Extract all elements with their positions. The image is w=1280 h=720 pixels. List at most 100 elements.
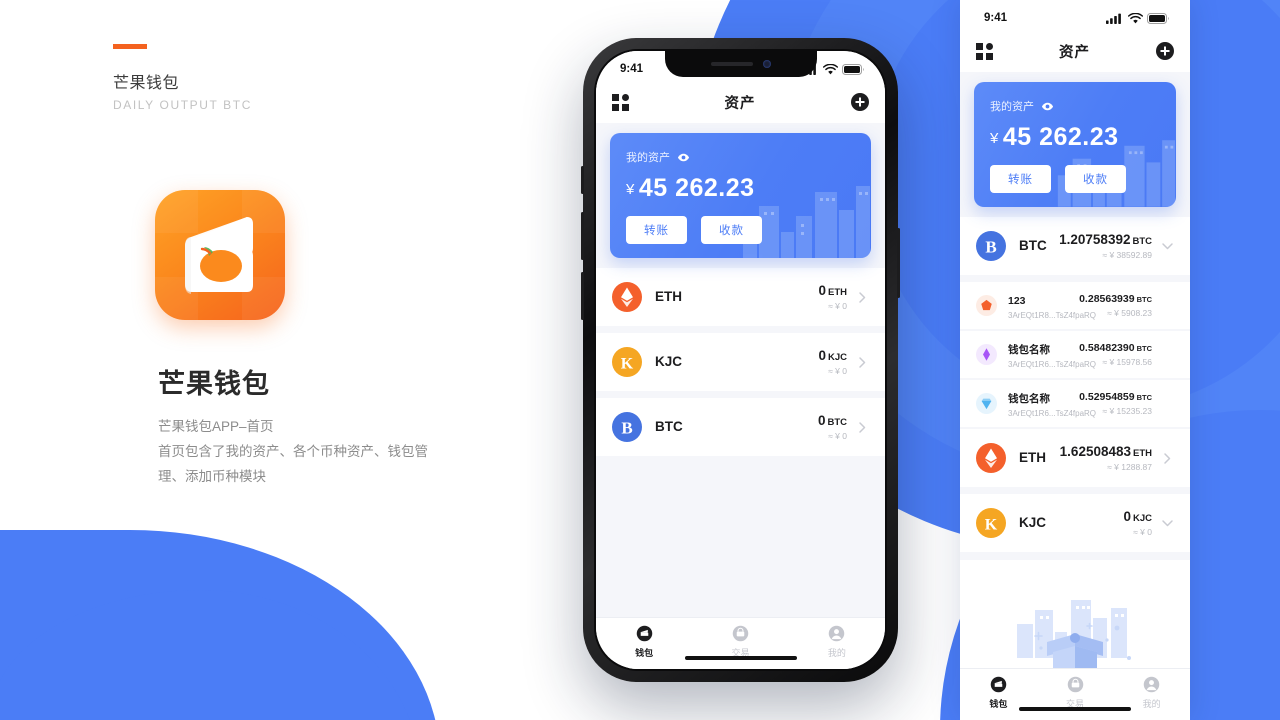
coin-unit: BTC	[827, 417, 847, 428]
volume-up-button	[581, 212, 584, 260]
panel-status-bar: 9:41	[960, 0, 1190, 30]
coin-fiat-value: ≈ ¥ 0	[1133, 527, 1152, 537]
row-chevron[interactable]	[855, 291, 869, 304]
coin-unit: ETH	[1133, 448, 1152, 459]
chevron-down-icon[interactable]	[1161, 517, 1174, 530]
mango-wallet-app-icon	[129, 164, 311, 346]
coin-row[interactable]: ETH 0 ETH ≈ ¥ 0	[596, 268, 885, 326]
row-chevron[interactable]	[1160, 240, 1174, 253]
panel-balance-label: 我的资产	[990, 101, 1034, 113]
transfer-button[interactable]: 转账	[626, 216, 687, 244]
sub-wallet-row[interactable]: 123 3ArEQt1R8...TsZ4fpaRQ 0.28563939 BTC …	[960, 282, 1190, 329]
coin-icon-wrap: K	[976, 508, 1006, 538]
coin-icon-wrap	[976, 344, 997, 365]
coin-name: BTC	[655, 419, 683, 434]
chevron-right-icon[interactable]	[856, 356, 869, 369]
coin-unit: BTC	[1132, 236, 1152, 247]
sub-wallet-row[interactable]: 钱包名称 3ArEQt1R6...TsZ4fpaRQ 0.58482390 BTC…	[960, 331, 1190, 378]
wallet-tab-icon	[636, 625, 652, 642]
wallet-address: 3ArEQt1R6...TsZ4fpaRQ	[1008, 409, 1097, 418]
tab-wallet[interactable]: 钱包	[960, 675, 1037, 710]
row-chevron[interactable]	[1160, 517, 1174, 530]
device-bezel: 9:41 资产 我的资产 ¥ 45 262.23 转账 收款 ETH 0 ETH…	[594, 49, 887, 671]
description-line-2: 首页包含了我的资产、各个币种资产、钱包管	[158, 444, 428, 459]
coin-name: 123	[1008, 295, 1026, 307]
tab-trade[interactable]: 交易	[692, 624, 788, 659]
page-description: 芒果钱包APP–首页 首页包含了我的资产、各个币种资产、钱包管 理、添加币种模块	[158, 414, 488, 489]
transfer-button[interactable]: 转账	[990, 165, 1051, 193]
coin-info: KJC	[655, 353, 818, 371]
coin-amount: 0 BTC	[817, 413, 847, 428]
coin-fiat-value: ≈ ¥ 5908.23	[1107, 308, 1152, 318]
panel-balance-card: 我的资产 ¥45 262.23 转账 收款	[974, 82, 1176, 207]
coin-name: ETH	[655, 289, 682, 304]
coin-amount: 0.58482390 BTC	[1079, 342, 1152, 354]
chevron-down-icon[interactable]	[1161, 240, 1174, 253]
device-notch	[664, 51, 817, 77]
coin-row[interactable]: K KJC 0 KJC ≈ ¥ 0	[960, 494, 1190, 552]
coin-info: 钱包名称 3ArEQt1R6...TsZ4fpaRQ	[1008, 389, 1097, 418]
brand-subtitle: DAILY OUTPUT BTC	[113, 98, 252, 112]
eye-visible-icon[interactable]	[1041, 102, 1054, 111]
eye-visible-icon[interactable]	[677, 153, 690, 162]
plus-circle-icon[interactable]	[1156, 42, 1174, 60]
currency-symbol: ¥	[990, 130, 999, 147]
coin-row[interactable]: B BTC 0 BTC ≈ ¥ 0	[596, 398, 885, 456]
coin-values: 1.20758392 BTC ≈ ¥ 38592.89	[1059, 232, 1152, 260]
app-bar-title: 资产	[724, 95, 756, 112]
row-chevron[interactable]	[855, 356, 869, 369]
wallet-address: 3ArEQt1R6...TsZ4fpaRQ	[1008, 360, 1097, 369]
brand-header: 芒果钱包 DAILY OUTPUT BTC	[113, 44, 513, 112]
coin-values: 1.62508483 ETH ≈ ¥ 1288.87	[1060, 444, 1152, 472]
chevron-right-icon[interactable]	[856, 291, 869, 304]
bg-wave-bottom-left-2	[0, 590, 420, 720]
chevron-right-icon[interactable]	[856, 421, 869, 434]
tab-profile[interactable]: 我的	[1113, 675, 1190, 710]
receive-button[interactable]: 收款	[1065, 165, 1126, 193]
tab-wallet[interactable]: 钱包	[596, 624, 692, 659]
coin-values: 0.58482390 BTC ≈ ¥ 15978.56	[1079, 342, 1152, 367]
balance-card: 我的资产 ¥45 262.23 转账 收款	[610, 133, 871, 258]
row-chevron[interactable]	[855, 421, 869, 434]
description-line-1: 芒果钱包APP–首页	[158, 419, 274, 434]
coin-info: KJC	[1019, 514, 1123, 532]
coin-unit: BTC	[1136, 295, 1152, 304]
coin-fiat-value: ≈ ¥ 38592.89	[1102, 250, 1152, 260]
receive-button[interactable]: 收款	[701, 216, 762, 244]
coin-info: 钱包名称 3ArEQt1R6...TsZ4fpaRQ	[1008, 340, 1097, 369]
coin-icon-wrap	[976, 443, 1006, 473]
row-chevron[interactable]	[1160, 452, 1174, 465]
chevron-right-icon[interactable]	[1161, 452, 1174, 465]
balance-label: 我的资产	[626, 152, 670, 164]
coin-row[interactable]: B BTC 1.20758392 BTC ≈ ¥ 38592.89	[960, 217, 1190, 275]
grid-menu-icon[interactable]	[612, 93, 629, 111]
profile-tab-icon	[829, 625, 845, 642]
tab-profile[interactable]: 我的	[789, 624, 885, 659]
sub-wallet-row[interactable]: 钱包名称 3ArEQt1R6...TsZ4fpaRQ 0.52954859 BTC…	[960, 380, 1190, 427]
kjc-coin-icon: K	[976, 508, 1006, 538]
coin-row[interactable]: ETH 1.62508483 ETH ≈ ¥ 1288.87	[960, 429, 1190, 487]
cellular-signal-icon	[1106, 13, 1121, 24]
home-indicator	[1019, 706, 1131, 711]
svg-text:K: K	[985, 517, 998, 534]
phone-content-area: 我的资产 ¥45 262.23 转账 收款 ETH 0 ETH ≈ ¥ 0 K …	[596, 123, 885, 617]
plus-circle-icon[interactable]	[851, 93, 869, 111]
accent-bar	[113, 44, 147, 49]
coin-row[interactable]: K KJC 0 KJC ≈ ¥ 0	[596, 333, 885, 391]
home-indicator	[684, 655, 797, 660]
tab-trade[interactable]: 交易	[1037, 675, 1114, 710]
coin-unit: BTC	[1136, 393, 1152, 402]
coin-icon-wrap	[976, 295, 997, 316]
grid-menu-icon[interactable]	[976, 42, 993, 60]
panel-status-icons	[1106, 12, 1170, 24]
tab-label: 我的	[827, 648, 846, 658]
tab-icon-wrap	[596, 624, 692, 643]
svg-text:B: B	[985, 238, 996, 257]
coin-fiat-value: ≈ ¥ 15978.56	[1102, 357, 1152, 367]
status-time: 9:41	[620, 63, 644, 75]
volume-down-button	[581, 272, 584, 320]
coin-amount: 0 ETH	[818, 283, 847, 298]
kjc-coin-icon: K	[612, 347, 642, 377]
coin-unit: KJC	[1132, 513, 1152, 524]
tab-label: 钱包	[635, 648, 654, 658]
